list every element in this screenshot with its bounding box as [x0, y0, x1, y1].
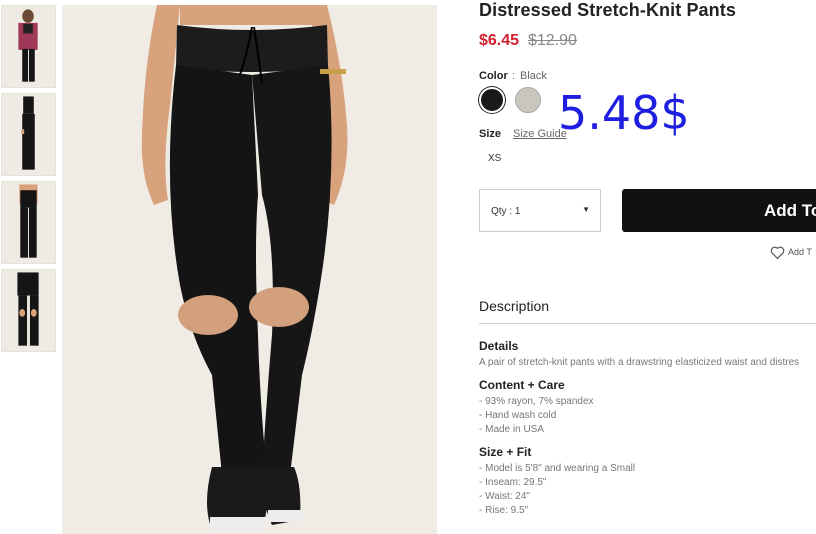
size-option-xs[interactable]: XS — [488, 153, 501, 164]
model-side-thumbnail — [2, 94, 55, 175]
color-swatch-black[interactable] — [479, 87, 505, 113]
model-photo-thumbnail — [2, 6, 55, 87]
size-fit-line: - Waist: 24" — [479, 491, 530, 502]
quantity-value: Qty : 1 — [491, 206, 521, 217]
content-care-line: - 93% rayon, 7% spandex — [479, 396, 594, 407]
wishlist-label: Add T — [788, 246, 812, 257]
wishlist-link[interactable]: Add T — [770, 246, 812, 260]
details-text: A pair of stretch-knit pants with a draw… — [479, 357, 800, 368]
size-fit-heading: Size + Fit — [479, 445, 532, 459]
model-wearing-pants-image — [62, 5, 437, 534]
color-swatch-grey[interactable] — [515, 87, 541, 113]
sale-price: $6.45 — [479, 32, 520, 49]
color-label: Color — [479, 70, 508, 82]
original-price: $12.90 — [528, 32, 577, 49]
thumbnail-2[interactable] — [1, 93, 56, 176]
thumbnail-4[interactable] — [1, 269, 56, 352]
description-heading[interactable]: Description — [479, 298, 549, 314]
description-divider — [479, 323, 816, 324]
details-heading: Details — [479, 339, 519, 353]
model-detail-thumbnail — [2, 270, 55, 351]
overlay-price-annotation: 5.48$ — [558, 86, 690, 140]
content-care-heading: Content + Care — [479, 378, 565, 392]
size-label: Size — [479, 128, 502, 140]
content-care-line: - Hand wash cold — [479, 410, 557, 421]
main-product-image — [62, 5, 437, 534]
color-separator: : — [512, 70, 516, 82]
add-to-bag-button[interactable]: Add To — [622, 189, 816, 232]
size-fit-line: - Inseam: 29.5" — [479, 477, 547, 488]
size-fit-line: - Model is 5'8" and wearing a Small — [479, 463, 636, 474]
thumbnail-1[interactable] — [1, 5, 56, 88]
add-to-bag-label: Add To — [764, 201, 816, 220]
heart-icon — [770, 246, 785, 260]
size-guide-link[interactable]: Size Guide — [513, 128, 567, 140]
chevron-down-icon: ▼ — [582, 205, 590, 214]
size-fit-line: - Rise: 9.5" — [479, 505, 529, 516]
product-title: Distressed Stretch-Knit Pants — [479, 0, 736, 20]
quantity-select[interactable]: Qty : 1 ▼ — [479, 189, 601, 232]
thumbnail-3[interactable] — [1, 181, 56, 264]
content-care-line: - Made in USA — [479, 424, 545, 435]
model-back-thumbnail — [2, 182, 55, 263]
selected-color-value: Black — [520, 70, 547, 82]
